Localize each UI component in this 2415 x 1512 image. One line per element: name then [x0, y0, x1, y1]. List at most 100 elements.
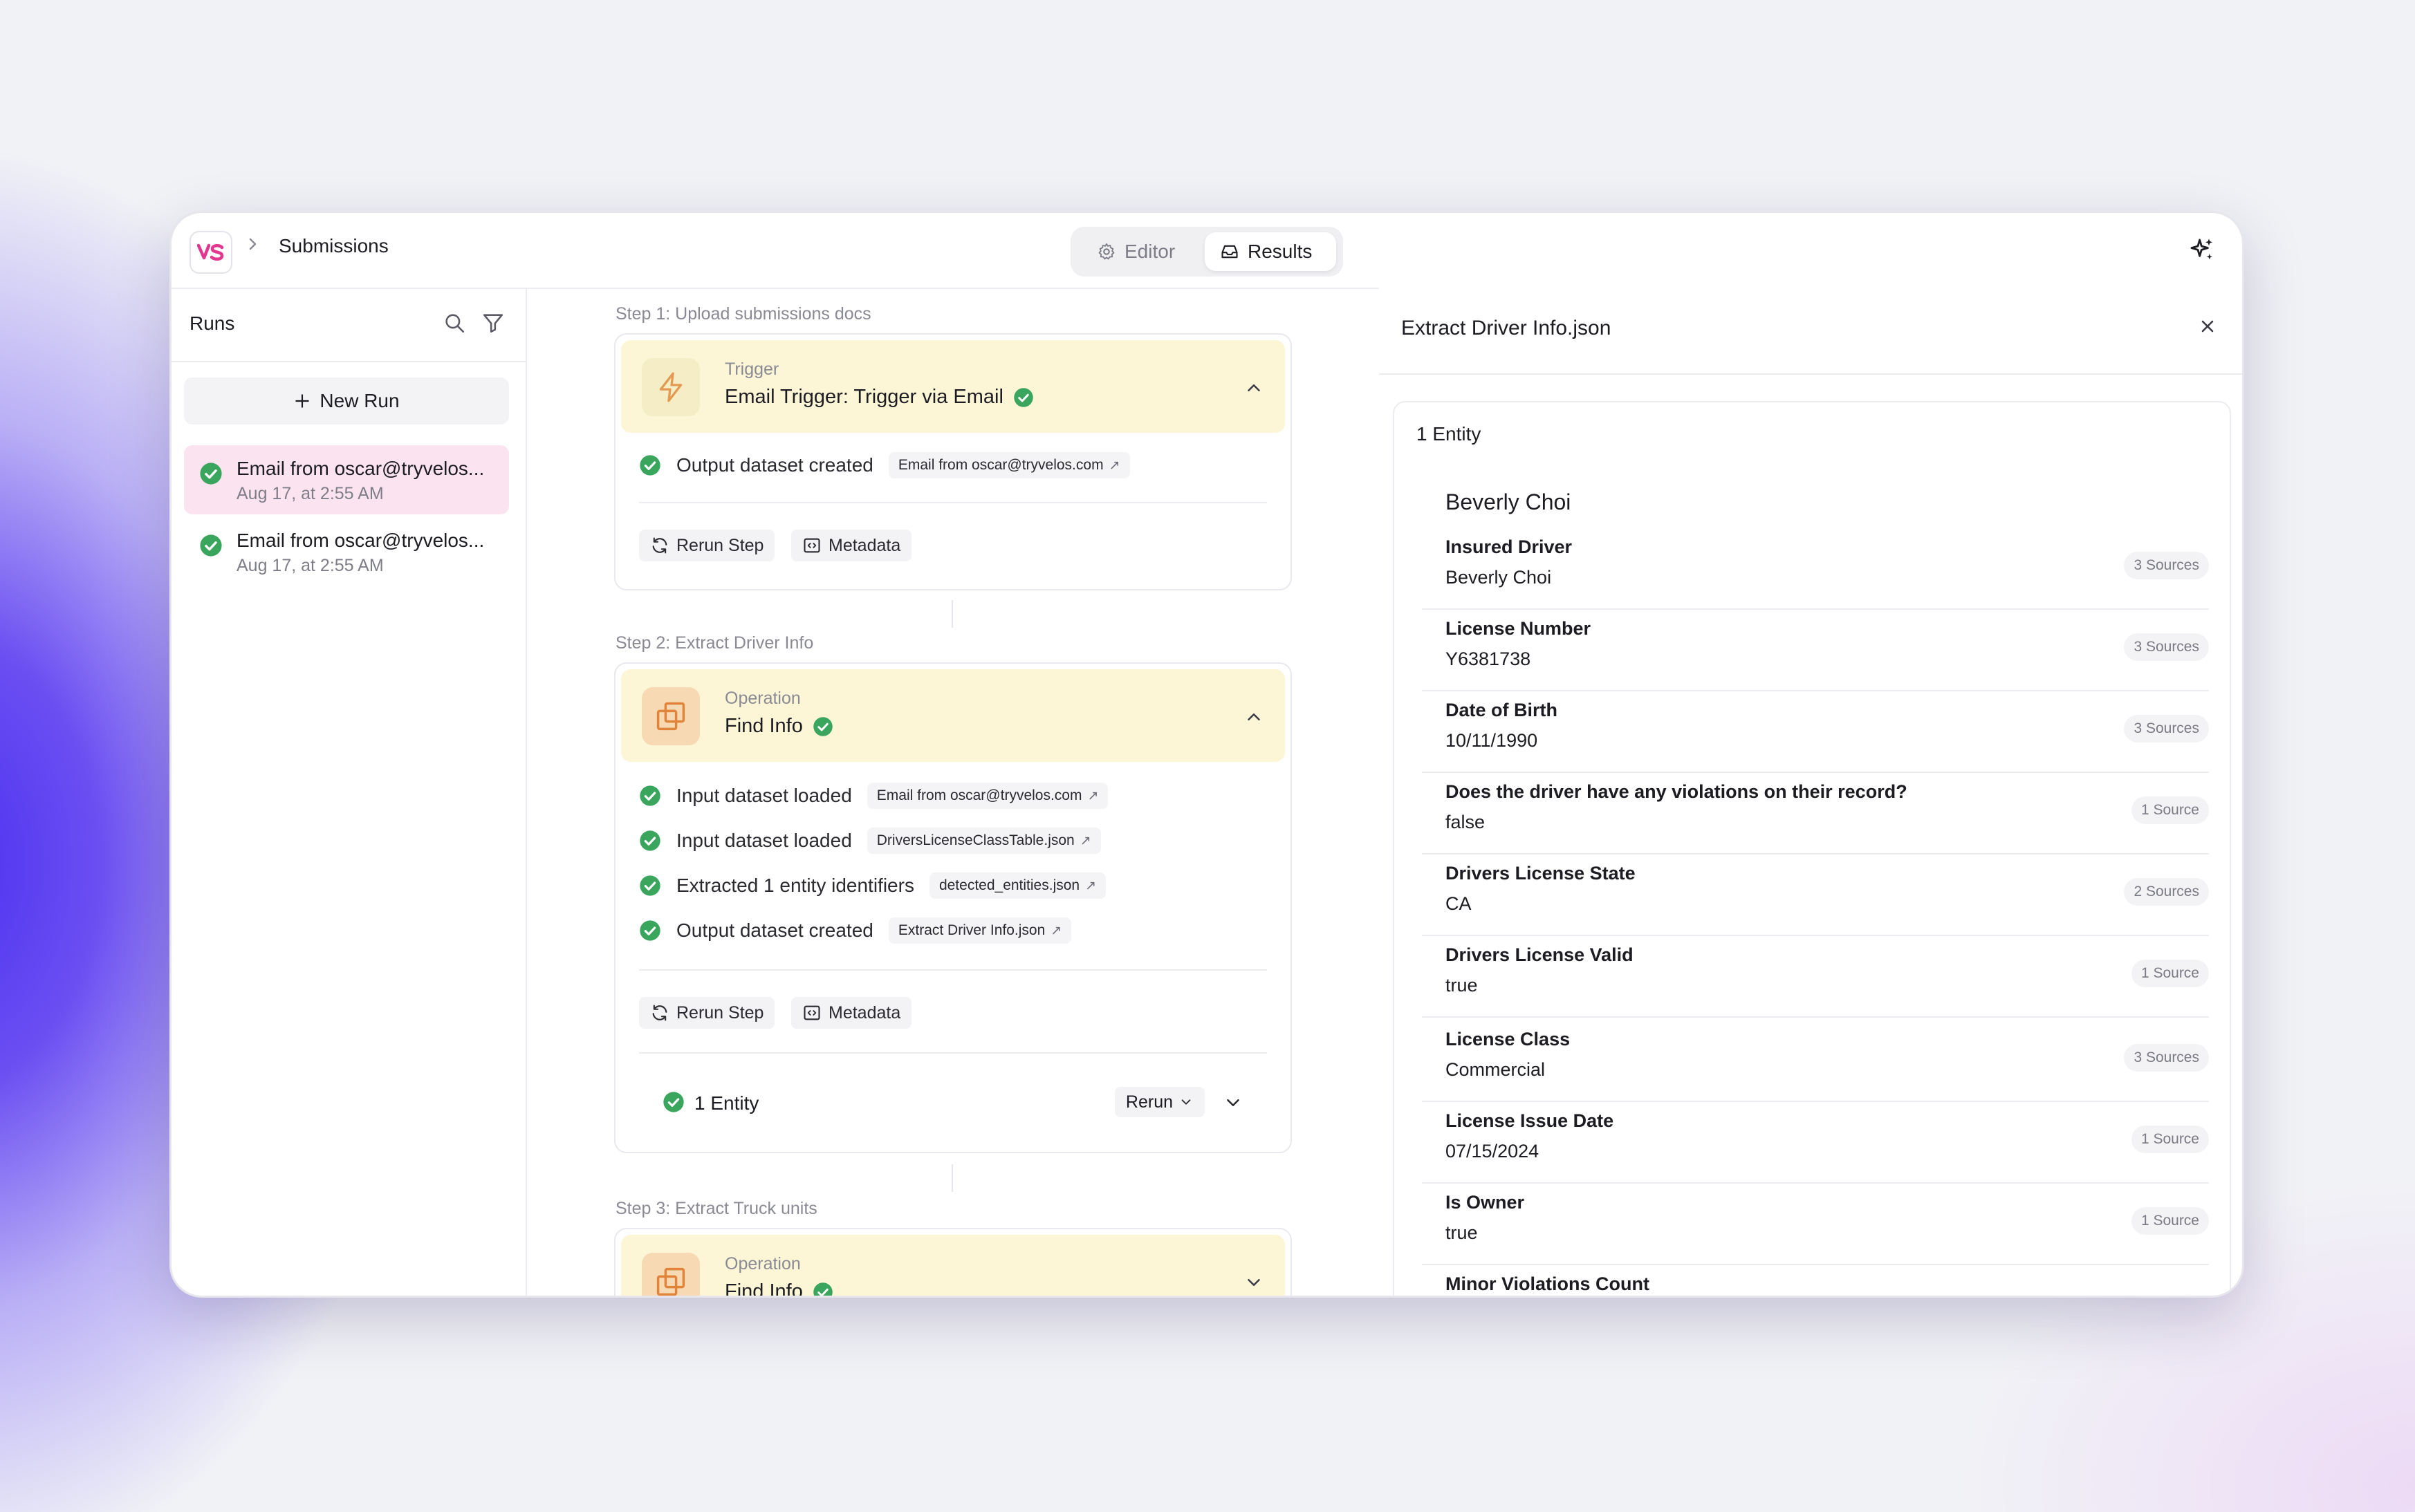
sources-badge[interactable]: 1 Source: [2131, 796, 2209, 824]
log-row: Output dataset created Email from oscar@…: [639, 452, 1130, 478]
sources-badge[interactable]: 1 Source: [2131, 960, 2209, 987]
check-circle-icon: [640, 455, 660, 476]
tab-editor[interactable]: Editor: [1082, 232, 1190, 271]
chevron-down-icon: [1181, 1099, 1191, 1105]
run-title: Email from oscar@tryvelos...: [237, 458, 485, 479]
step-card: Operation Find Info Input dataset loaded…: [614, 662, 1292, 1153]
tab-results[interactable]: Results: [1205, 232, 1336, 271]
close-icon[interactable]: [2198, 317, 2217, 336]
metadata-button[interactable]: Metadata: [791, 997, 912, 1029]
filter-icon[interactable]: [481, 311, 505, 335]
entity-rerun-button[interactable]: Rerun: [1114, 1087, 1205, 1117]
field-value: Commercial: [1445, 1059, 1546, 1080]
field-key: License Issue Date: [1445, 1110, 1614, 1131]
field-key: Minor Violations Count: [1445, 1273, 1649, 1294]
step-name: Find Info: [725, 1280, 803, 1296]
entity-rerun-label: Rerun: [1125, 1092, 1173, 1112]
divider: [639, 969, 1267, 971]
dataset-link[interactable]: Email from oscar@tryvelos.com ↗: [867, 783, 1109, 809]
plus-icon: [295, 394, 310, 408]
layers-icon: [642, 687, 700, 745]
field-row: Date of Birth 10/11/1990 3 Sources: [1422, 690, 2209, 773]
step-label: Step 1: Upload submissions docs: [616, 304, 871, 324]
code-icon: [804, 538, 820, 553]
chevron-up-icon[interactable]: [1243, 707, 1264, 727]
chevron-down-icon[interactable]: [1243, 1272, 1264, 1293]
field-row: License Issue Date 07/15/2024 1 Source: [1422, 1101, 2209, 1184]
check-circle-icon: [813, 716, 833, 736]
check-circle-icon: [640, 920, 660, 941]
check-circle-icon: [200, 534, 222, 557]
new-run-label: New Run: [320, 390, 400, 411]
sources-badge[interactable]: 3 Sources: [2124, 552, 2209, 579]
sources-badge[interactable]: 3 Sources: [2124, 633, 2209, 661]
log-text: Extracted 1 entity identifiers: [676, 875, 914, 896]
step-type: Operation: [725, 689, 801, 708]
step-card: Trigger Email Trigger: Trigger via Email…: [614, 333, 1292, 590]
runs-title: Runs: [189, 312, 235, 334]
log-text: Input dataset loaded: [676, 830, 852, 851]
field-value: true: [1445, 1222, 1478, 1243]
tab-results-label: Results: [1248, 241, 1313, 262]
field-key: Drivers License Valid: [1445, 944, 1634, 965]
dataset-link[interactable]: Email from oscar@tryvelos.com ↗: [888, 452, 1130, 478]
run-item[interactable]: Email from oscar@tryvelos... Aug 17, at …: [184, 517, 509, 586]
field-key: Date of Birth: [1445, 700, 1557, 720]
dataset-link[interactable]: detected_entities.json ↗: [929, 872, 1107, 899]
vs-logo-icon[interactable]: [189, 231, 232, 274]
search-icon[interactable]: [443, 311, 466, 335]
rerun-step-label: Rerun Step: [676, 535, 764, 555]
step-label: Step 3: Extract Truck units: [616, 1199, 817, 1218]
layers-icon: [642, 1253, 700, 1296]
log-row: Input dataset loaded DriversLicenseClass…: [639, 828, 1101, 854]
new-run-button[interactable]: New Run: [184, 377, 509, 424]
refresh-icon: [652, 537, 667, 554]
chevron-up-icon[interactable]: [1243, 377, 1264, 398]
field-key: Does the driver have any violations on t…: [1445, 781, 1907, 802]
step-header[interactable]: Operation Find Info: [621, 1235, 1285, 1296]
external-link-icon: ↗: [1051, 923, 1062, 938]
metadata-label: Metadata: [829, 535, 901, 555]
external-link-icon: ↗: [1085, 878, 1097, 893]
sources-badge[interactable]: 1 Source: [2131, 1126, 2209, 1153]
gear-icon: [1098, 243, 1115, 260]
log-text: Input dataset loaded: [676, 785, 852, 806]
check-circle-icon: [640, 875, 660, 896]
sources-badge[interactable]: 2 Sources: [2124, 878, 2209, 906]
run-item[interactable]: Email from oscar@tryvelos... Aug 17, at …: [184, 445, 509, 514]
refresh-icon: [652, 1005, 667, 1021]
field-row: License Number Y6381738 3 Sources: [1422, 608, 2209, 691]
field-key: Insured Driver: [1445, 536, 1573, 557]
metadata-button[interactable]: Metadata: [791, 530, 912, 561]
field-key: Drivers License State: [1445, 863, 1636, 884]
dataset-link-label: Email from oscar@tryvelos.com: [898, 457, 1104, 473]
step-header[interactable]: Trigger Email Trigger: Trigger via Email: [621, 340, 1285, 433]
rerun-step-button[interactable]: Rerun Step: [639, 997, 775, 1029]
view-toggle: Editor Results: [1071, 227, 1343, 277]
field-value: Beverly Choi: [1445, 567, 1552, 588]
sources-badge[interactable]: 1 Source: [2131, 1207, 2209, 1235]
bolt-icon: [642, 358, 700, 416]
chevron-down-icon[interactable]: [1223, 1092, 1243, 1113]
field-key: License Class: [1445, 1029, 1571, 1049]
sources-badge[interactable]: 3 Sources: [2124, 715, 2209, 743]
dataset-link-label: Extract Driver Info.json: [898, 922, 1046, 938]
check-circle-icon: [1014, 387, 1033, 407]
run-time: Aug 17, at 2:55 AM: [237, 484, 384, 503]
run-title: Email from oscar@tryvelos...: [237, 530, 485, 551]
inbox-icon: [1221, 245, 1238, 259]
check-circle-icon: [813, 1282, 833, 1296]
entity-label: 1 Entity: [694, 1092, 759, 1114]
sparkle-icon[interactable]: [2188, 236, 2216, 268]
step-card: Operation Find Info: [614, 1228, 1292, 1296]
divider: [639, 1052, 1267, 1054]
sources-badge[interactable]: 3 Sources: [2124, 1044, 2209, 1072]
dataset-link-label: detected_entities.json: [938, 877, 1080, 893]
field-row: License Class Commercial 3 Sources: [1422, 1019, 2209, 1102]
step-header[interactable]: Operation Find Info: [621, 669, 1285, 762]
dataset-link[interactable]: DriversLicenseClassTable.json ↗: [867, 828, 1101, 854]
breadcrumb-submissions[interactable]: Submissions: [279, 235, 389, 257]
rerun-step-button[interactable]: Rerun Step: [639, 530, 775, 561]
dataset-link[interactable]: Extract Driver Info.json ↗: [888, 917, 1072, 944]
runs-sidebar: Runs New Run Email from oscar@tryvelos..…: [172, 288, 527, 1296]
